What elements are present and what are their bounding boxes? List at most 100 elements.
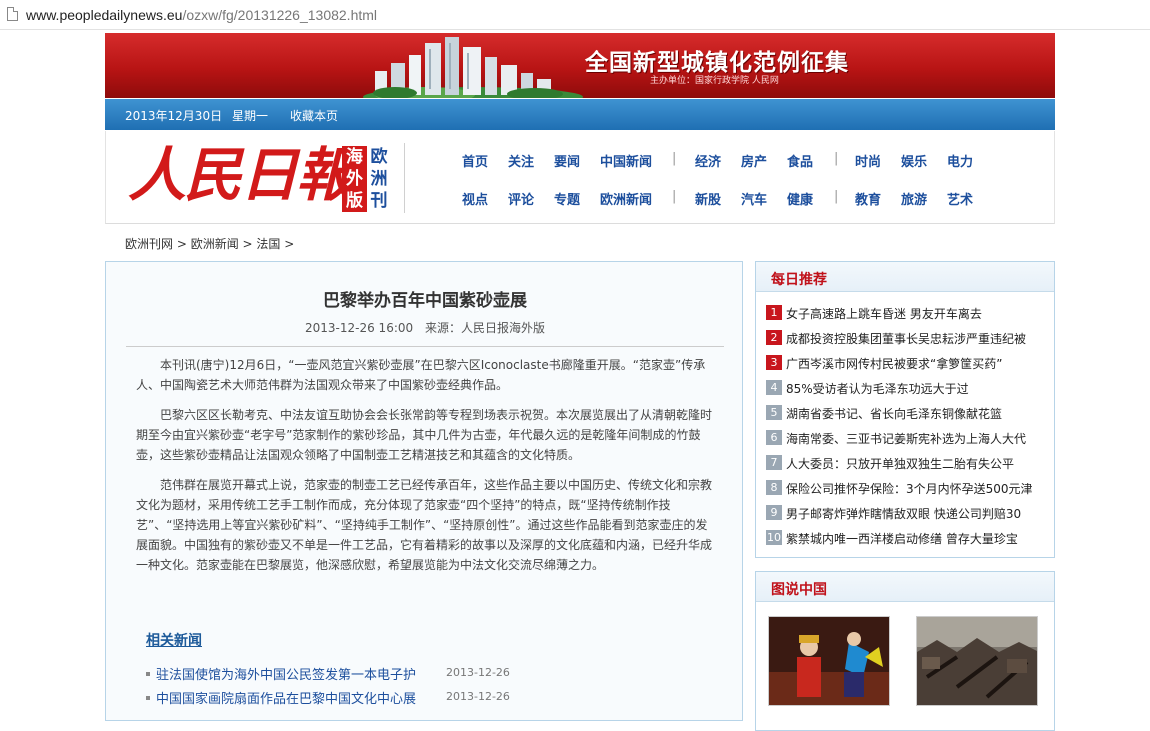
related-news-heading[interactable]: 相关新闻: [146, 630, 706, 650]
pick-link[interactable]: 85%受访者认为毛泽东功远大于过: [786, 380, 1051, 397]
nav-separator: |: [672, 189, 677, 204]
pick-link[interactable]: 保险公司推怀孕保险：3个月内怀孕送500元津: [786, 480, 1051, 497]
logo-europe-edition: 欧 洲 刊: [368, 146, 390, 212]
list-item: 4 85%受访者认为毛泽东功远大于过: [766, 379, 1051, 404]
photo-thumbnail-fire[interactable]: [916, 616, 1038, 706]
nav-item[interactable]: 要闻: [554, 151, 580, 170]
logo-overseas-edition: 海 外 版: [342, 146, 367, 212]
burned-buildings-image-icon: [917, 617, 1037, 705]
related-news-link[interactable]: 驻法国使馆为海外中国公民签发第一本电子护: [156, 664, 416, 683]
site-logo[interactable]: 人民日報: [128, 141, 354, 209]
opera-performer-image-icon: [769, 617, 889, 705]
article-title: 巴黎举办百年中国紫砂壶展: [323, 291, 527, 311]
photo-thumbnail-opera[interactable]: [768, 616, 890, 706]
nav-item[interactable]: 经济: [695, 151, 721, 170]
pick-link[interactable]: 男子邮寄炸弹炸瞎情敌双眼 快递公司判赔30: [786, 505, 1051, 522]
rank-badge: 1: [766, 305, 782, 320]
page-icon: [7, 7, 18, 21]
nav-item[interactable]: 欧洲新闻: [600, 189, 652, 208]
nav-item[interactable]: 健康: [787, 189, 813, 208]
nav-item[interactable]: 艺术: [947, 189, 973, 208]
logo-box-char: 外: [346, 169, 363, 189]
related-news: 相关新闻 驻法国使馆为海外中国公民签发第一本电子护 2013-12-26 中国国…: [146, 630, 706, 712]
breadcrumb-home[interactable]: 欧洲刊网: [125, 237, 173, 251]
pick-link[interactable]: 湖南省委书记、省长向毛泽东铜像献花篮: [786, 405, 1051, 422]
nav-item[interactable]: 时尚: [855, 151, 881, 170]
list-item: 1 女子高速路上跳车昏迷 男友开车离去: [766, 304, 1051, 329]
article-meta: 2013-12-26 16:00 来源：人民日报海外版: [106, 319, 744, 336]
current-date: 2013年12月30日: [125, 109, 223, 123]
nav-item[interactable]: 汽车: [741, 189, 767, 208]
nav-item[interactable]: 专题: [554, 189, 580, 208]
nav-item[interactable]: 视点: [462, 189, 488, 208]
related-news-date: 2013-12-26: [446, 690, 510, 703]
nav-item[interactable]: 教育: [855, 189, 881, 208]
main-nav: 首页 关注 要闻 中国新闻 | 经济 房产 食品 | 时尚 娱乐 电力 视点 评…: [462, 151, 1022, 227]
list-item: 10 紫禁城内唯一西洋楼启动修缮 曾存大量珍宝: [766, 529, 1051, 554]
picture-china-header: 图说中国: [756, 572, 1054, 602]
list-item: 7 人大委员：只放开单独双独生二胎有失公平: [766, 454, 1051, 479]
list-item: 8 保险公司推怀孕保险：3个月内怀孕送500元津: [766, 479, 1051, 504]
rank-badge: 4: [766, 380, 782, 395]
nav-separator: |: [834, 151, 839, 166]
breadcrumb-europe-news[interactable]: 欧洲新闻: [191, 237, 239, 251]
nav-item[interactable]: 首页: [462, 151, 488, 170]
site-header: 人民日報 海 外 版 欧 洲 刊 首页 关注 要闻 中国新闻 | 经济 房产 食…: [105, 131, 1055, 224]
logo-divider: [404, 143, 405, 213]
nav-item[interactable]: 关注: [508, 151, 534, 170]
breadcrumb: 欧洲刊网 > 欧洲新闻 > 法国 >: [125, 235, 294, 252]
url-text[interactable]: www.peopledailynews.eu/ozxw/fg/20131226_…: [26, 7, 377, 23]
top-banner-ad[interactable]: 全国新型城镇化范例征集 主办单位：国家行政学院 人民网: [105, 33, 1055, 98]
rank-badge: 10: [766, 530, 782, 545]
bookmark-link[interactable]: 收藏本页: [290, 107, 338, 124]
nav-separator: |: [672, 151, 677, 166]
url-host: www.peopledailynews.eu: [26, 7, 183, 23]
rank-badge: 6: [766, 430, 782, 445]
pick-link[interactable]: 紫禁城内唯一西洋楼启动修缮 曾存大量珍宝: [786, 530, 1051, 547]
article-body: 本刊讯(唐宁)12月6日，“一壶风范宜兴紫砂壶展”在巴黎六区Iconoclast…: [136, 355, 716, 585]
logo-edition-char: 欧: [370, 147, 388, 167]
address-bar[interactable]: www.peopledailynews.eu/ozxw/fg/20131226_…: [0, 0, 1150, 30]
bullet-icon: [146, 672, 150, 676]
related-news-item: 驻法国使馆为海外中国公民签发第一本电子护 2013-12-26: [146, 664, 706, 688]
breadcrumb-separator: >: [280, 237, 295, 251]
list-item: 6 海南常委、三亚书记姜斯宪补选为上海人大代: [766, 429, 1051, 454]
list-item: 5 湖南省委书记、省长向毛泽东铜像献花篮: [766, 404, 1051, 429]
related-news-date: 2013-12-26: [446, 666, 510, 679]
breadcrumb-france[interactable]: 法国: [256, 237, 280, 251]
logo-edition-char: 洲: [370, 169, 388, 189]
breadcrumb-separator: >: [173, 237, 191, 251]
rank-badge: 3: [766, 355, 782, 370]
article-datetime: 2013-12-26 16:00: [305, 321, 414, 335]
rank-badge: 5: [766, 405, 782, 420]
nav-row-2: 视点 评论 专题 欧洲新闻 | 新股 汽车 健康 | 教育 旅游 艺术: [462, 189, 1022, 227]
nav-item[interactable]: 中国新闻: [600, 151, 652, 170]
logo-edition-char: 刊: [370, 191, 388, 211]
daily-picks-panel: 每日推荐 1 女子高速路上跳车昏迷 男友开车离去 2 成都投资控股集团董事长吴忠耘涉…: [755, 261, 1055, 558]
picture-china-heading: 图说中国: [771, 582, 827, 598]
pick-link[interactable]: 成都投资控股集团董事长吴忠耘涉严重违纪被: [786, 330, 1051, 347]
pick-link[interactable]: 人大委员：只放开单独双独生二胎有失公平: [786, 455, 1051, 472]
banner-subtitle: 主办单位：国家行政学院 人民网: [650, 76, 779, 86]
breadcrumb-separator: >: [238, 237, 257, 251]
nav-item[interactable]: 娱乐: [901, 151, 927, 170]
nav-item[interactable]: 评论: [508, 189, 534, 208]
pick-link[interactable]: 广西岑溪市网传村民被要求“拿箩筐买药”: [786, 355, 1051, 372]
city-skyline-icon: [363, 37, 583, 98]
nav-item[interactable]: 房产: [741, 151, 767, 170]
pick-link[interactable]: 女子高速路上跳车昏迷 男友开车离去: [786, 305, 1051, 322]
article-paragraph: 巴黎六区区长勒考克、中法友谊互助协会会长张常韵等专程到场表示祝贺。本次展览展出了…: [136, 408, 713, 462]
current-weekday: 星期一: [232, 109, 269, 123]
bullet-icon: [146, 696, 150, 700]
logo-box-char: 海: [346, 147, 363, 167]
nav-item[interactable]: 食品: [787, 151, 813, 170]
nav-item[interactable]: 电力: [947, 151, 973, 170]
rank-badge: 7: [766, 455, 782, 470]
nav-item[interactable]: 新股: [695, 189, 721, 208]
list-item: 2 成都投资控股集团董事长吴忠耘涉严重违纪被: [766, 329, 1051, 354]
pick-link[interactable]: 海南常委、三亚书记姜斯宪补选为上海人大代: [786, 430, 1051, 447]
nav-item[interactable]: 旅游: [901, 189, 927, 208]
list-item: 9 男子邮寄炸弹炸瞎情敌双眼 快递公司判赔30: [766, 504, 1051, 529]
daily-picks-heading: 每日推荐: [771, 272, 827, 288]
related-news-item: 中国国家画院扇面作品在巴黎中国文化中心展 2013-12-26: [146, 688, 706, 712]
